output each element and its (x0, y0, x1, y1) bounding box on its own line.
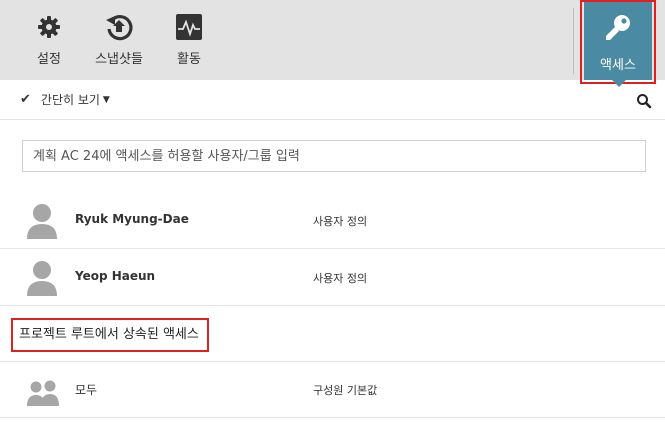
user-name: Ryuk Myung-Dae (75, 212, 189, 226)
access-level[interactable]: 사용자 정의 (313, 270, 367, 286)
checkmark-icon: ✔ (20, 92, 31, 107)
settings-button[interactable]: 설정 (31, 0, 67, 80)
settings-label: 설정 (37, 52, 61, 67)
access-row[interactable]: 모두 구성원 기본값 (0, 362, 665, 418)
user-group-entry-input[interactable] (22, 140, 646, 172)
caret-down-icon: ▼ (102, 94, 110, 105)
simple-view-label: 간단히 보기 (40, 93, 100, 107)
activity-label: 활동 (177, 52, 201, 67)
access-level[interactable]: 구성원 기본값 (313, 382, 377, 398)
gear-icon (33, 11, 65, 43)
group-name: 모두 (75, 383, 98, 397)
snapshots-label: 스냅샷들 (95, 52, 143, 67)
key-icon (602, 12, 634, 48)
access-button[interactable]: 액세스 (584, 2, 652, 80)
access-row[interactable]: Ryuk Myung-Dae 사용자 정의 (0, 193, 665, 249)
search-icon[interactable] (636, 93, 652, 109)
access-highlight-box: 액세스 (580, 0, 656, 84)
simple-view-toggle[interactable]: ✔ 간단히 보기 ▼ (20, 91, 110, 108)
user-name: Yeop Haeun (75, 269, 156, 283)
toolbar-divider (573, 8, 574, 74)
history-icon (103, 11, 135, 43)
access-row[interactable]: Yeop Haeun 사용자 정의 (0, 250, 665, 306)
inherited-section-header: 프로젝트 루트에서 상속된 액세스 (0, 307, 665, 362)
activity-button[interactable]: 활동 (168, 0, 210, 80)
group-icon (26, 372, 59, 408)
view-bar: ✔ 간단히 보기 ▼ (0, 80, 665, 120)
activity-pulse-icon (173, 11, 205, 43)
user-icon (26, 203, 58, 239)
snapshots-button[interactable]: 스냅샷들 (84, 0, 154, 80)
access-label: 액세스 (600, 58, 636, 73)
inherited-heading: 프로젝트 루트에서 상속된 액세스 (11, 318, 209, 352)
user-icon (26, 260, 58, 296)
top-toolbar: 설정 스냅샷들 활동 액세스 (0, 0, 665, 84)
access-level[interactable]: 사용자 정의 (313, 213, 367, 229)
